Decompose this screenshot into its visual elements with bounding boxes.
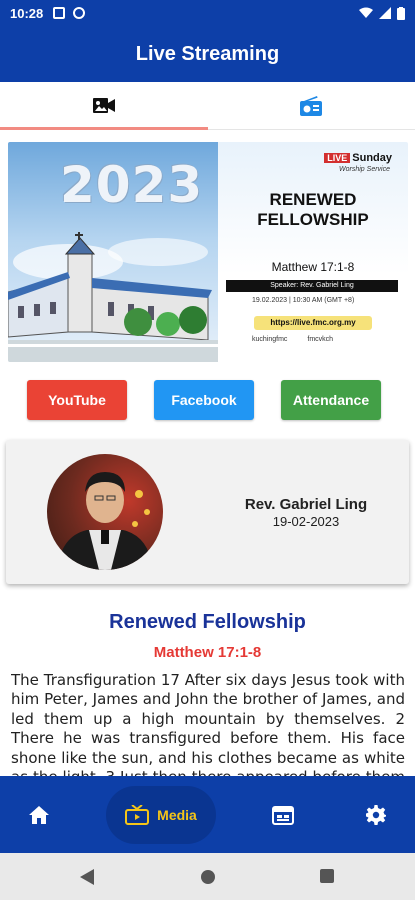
system-nav-bar (0, 853, 415, 900)
banner-url: https://live.fmc.org.my (254, 316, 372, 330)
settings-icon (366, 804, 386, 825)
tab-video[interactable] (0, 82, 208, 130)
live-subtitle: Worship Service (339, 166, 390, 173)
banner-speaker: Speaker: Rev. Gabriel Ling (226, 280, 398, 292)
banner-social: kuchingfmc fmcvkch (252, 336, 333, 343)
status-bar: 10:28 (0, 0, 415, 26)
wifi-icon (359, 7, 373, 18)
tab-bar (0, 82, 415, 130)
status-time: 10:28 (10, 5, 44, 21)
sermon-title: Renewed Fellowship (109, 611, 306, 633)
banner-social-fb: kuchingfmc (252, 336, 288, 343)
nav-settings[interactable] (337, 776, 415, 853)
preacher-name: Rev. Gabriel Ling (244, 496, 368, 513)
recents-icon[interactable] (320, 869, 334, 883)
calendar-icon (272, 805, 294, 825)
youtube-button[interactable]: YouTube (27, 380, 127, 420)
church-illustration (8, 232, 218, 362)
live-sunday-tag: LIVE Sunday (324, 152, 392, 164)
banner-title: RENEWED FELLOWSHIP (238, 190, 388, 230)
banner-year: 2023 (60, 156, 204, 214)
tv-icon (125, 805, 150, 825)
radio-icon (300, 95, 323, 116)
tab-radio[interactable] (208, 82, 415, 129)
app-bar: Live Streaming (0, 26, 415, 82)
battery-icon (397, 6, 405, 20)
banner-datetime: 19.02.2023 | 10:30 AM (GMT +8) (252, 297, 355, 304)
preacher-photo (57, 472, 153, 570)
preacher-avatar (47, 454, 163, 570)
live-badge: LIVE (324, 153, 351, 163)
attendance-button[interactable]: Attendance (281, 380, 381, 420)
preacher-card: Rev. Gabriel Ling 19-02-2023 (6, 440, 409, 584)
page-title: Live Streaming (135, 42, 280, 65)
signal-icon (379, 7, 391, 19)
back-icon[interactable] (80, 869, 94, 885)
banner-scripture: Matthew 17:1-8 (271, 260, 355, 274)
banner-title-line2: FELLOWSHIP (257, 210, 369, 229)
sync-icon (73, 7, 86, 19)
banner-title-line1: RENEWED (269, 190, 357, 209)
home-circle-icon[interactable] (200, 869, 216, 885)
bottom-nav: Media (0, 776, 415, 853)
nav-media[interactable]: Media (106, 786, 216, 844)
facebook-button[interactable]: Facebook (154, 380, 254, 420)
nav-calendar[interactable] (244, 776, 322, 853)
sim-icon (53, 7, 66, 19)
home-icon (29, 805, 49, 824)
nav-home[interactable] (0, 776, 78, 853)
video-camera-icon (92, 97, 115, 113)
sermon-banner: 2023 LIVE Sunday Worship Service RENEWED … (8, 142, 408, 362)
preacher-date: 19-02-2023 (272, 514, 340, 529)
nav-media-label: Media (157, 807, 197, 823)
live-label: Sunday (352, 152, 392, 164)
sermon-body: The Transfiguration 17 After six days Je… (11, 671, 405, 777)
banner-social-ig: fmcvkch (307, 336, 334, 343)
sermon-reference: Matthew 17:1-8 (153, 644, 262, 661)
action-buttons: YouTube Facebook Attendance (0, 380, 415, 420)
